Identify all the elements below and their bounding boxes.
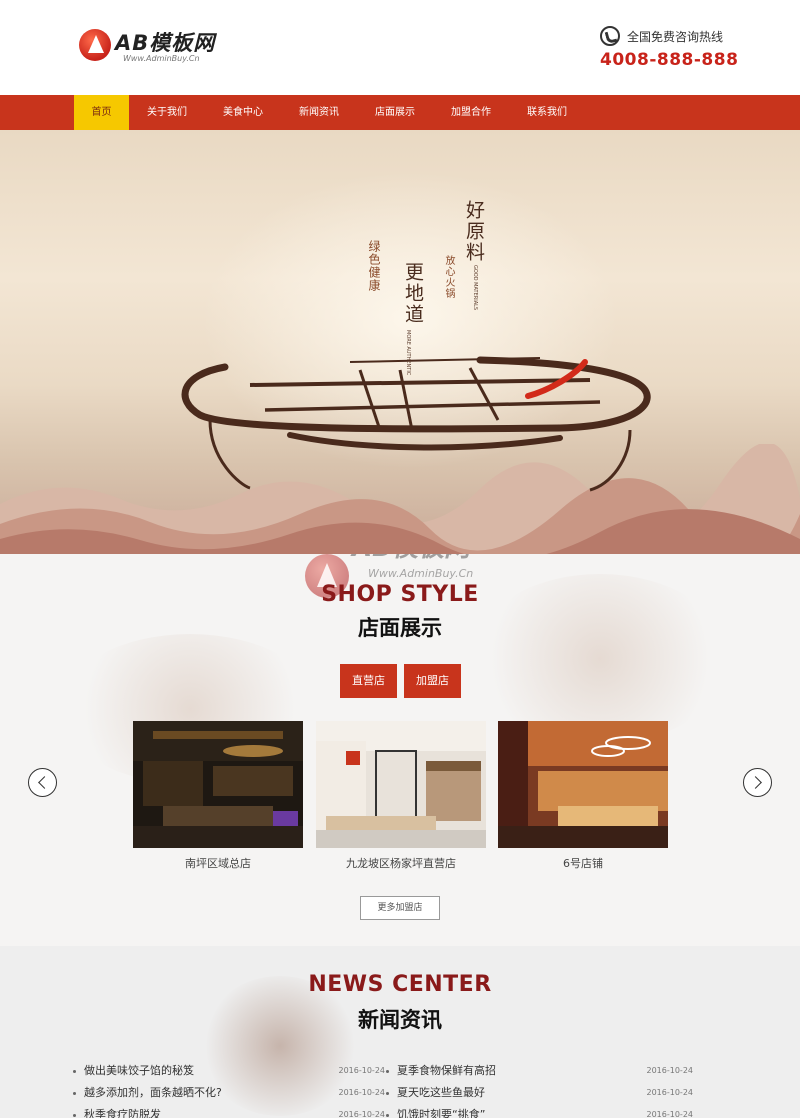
hotline-number: 4008-888-888 [600, 50, 739, 70]
news-item[interactable]: 夏天吃这些鱼最好 2016-10-24 [386, 1082, 693, 1104]
carousel-prev-button[interactable] [28, 768, 57, 797]
news-item-title[interactable]: 秋季食疗防脱发 [84, 1104, 161, 1118]
nav-item-home[interactable]: 首页 [74, 95, 129, 130]
nav-item-about[interactable]: 关于我们 [129, 95, 205, 130]
news-list-left: 做出美味饺子馅的秘笈 2016-10-24 越多添加剂，面条越晒不化? 2016-1… [73, 1060, 385, 1118]
news-item-date: 2016-10-24 [646, 1110, 694, 1118]
bullet-icon [73, 1092, 76, 1095]
banner-text-safe-hotpot: 放心火锅 [443, 255, 454, 299]
hotpot-brush-illustration [181, 356, 651, 492]
chevron-left-icon [38, 776, 51, 789]
banner-text-good-ingredients: 好原料 [463, 200, 485, 263]
hero-banner[interactable]: 好原料 更地道 绿色健康 放心火锅 GOOD MATERIALS MORE AU… [0, 130, 800, 554]
banner-text-authentic: 更地道 [402, 262, 424, 325]
store-caption[interactable]: 南坪区域总店 [133, 855, 303, 871]
news-item-date: 2016-10-24 [338, 1110, 386, 1118]
news-item-title[interactable]: 夏季食物保鲜有高招 [397, 1060, 496, 1082]
bullet-icon [73, 1070, 76, 1073]
bullet-icon [386, 1070, 389, 1073]
site-logo[interactable]: AB模板网 Www.AdminBuy.Cn [79, 27, 229, 67]
news-item-date: 2016-10-24 [338, 1066, 386, 1075]
tab-direct-stores[interactable]: 直营店 [340, 664, 397, 698]
banner-en-authentic: MORE AUTHENTIC [405, 330, 411, 376]
main-nav: 首页 关于我们 美食中心 新闻资讯 店面展示 加盟合作 联系我们 [0, 95, 800, 130]
news-list-right: 夏季食物保鲜有高招 2016-10-24 夏天吃这些鱼最好 2016-10-24 饥… [386, 1060, 693, 1118]
news-item-title[interactable]: 越多添加剂，面条越晒不化? [84, 1082, 222, 1104]
nav-item-contact[interactable]: 联系我们 [509, 95, 585, 130]
news-section: NEWS CENTER 新闻资讯 做出美味饺子馅的秘笈 2016-10-24 越多… [0, 946, 800, 1118]
news-item-date: 2016-10-24 [646, 1088, 694, 1097]
store-caption[interactable]: 九龙坡区杨家坪直营店 [316, 855, 486, 871]
news-item-date: 2016-10-24 [338, 1088, 386, 1097]
store-photo[interactable] [133, 721, 303, 848]
nav-item-franchise[interactable]: 加盟合作 [433, 95, 509, 130]
nav-item-food-center[interactable]: 美食中心 [205, 95, 281, 130]
store-photo[interactable] [498, 721, 668, 848]
banner-text-green-healthy: 绿色健康 [367, 240, 381, 292]
logo-subtext: Www.AdminBuy.Cn [123, 54, 200, 63]
watermark-subtext: Www.AdminBuy.Cn [368, 567, 474, 580]
shop-section: AB模板网 Www.AdminBuy.Cn SHOP STYLE 店面展示 直营… [0, 554, 800, 946]
news-title-cn: 新闻资讯 [358, 1008, 442, 1032]
news-title-en: NEWS CENTER [308, 972, 492, 997]
shop-title-cn: 店面展示 [358, 616, 442, 640]
news-item[interactable]: 饥饿时刻要“挑食” 2016-10-24 [386, 1104, 693, 1118]
bullet-icon [386, 1114, 389, 1117]
store-caption[interactable]: 6号店铺 [498, 855, 668, 871]
news-item[interactable]: 秋季食疗防脱发 2016-10-24 [73, 1104, 385, 1118]
store-card[interactable]: 南坪区域总店 [133, 721, 303, 871]
store-card[interactable]: 6号店铺 [498, 721, 668, 871]
nav-item-news[interactable]: 新闻资讯 [281, 95, 357, 130]
nav-item-stores[interactable]: 店面展示 [357, 95, 433, 130]
news-item[interactable]: 夏季食物保鲜有高招 2016-10-24 [386, 1060, 693, 1082]
chevron-right-icon [749, 776, 762, 789]
watermark-text: AB模板网 [352, 554, 470, 564]
news-item-date: 2016-10-24 [646, 1066, 694, 1075]
store-photo[interactable] [316, 721, 486, 848]
news-item[interactable]: 越多添加剂，面条越晒不化? 2016-10-24 [73, 1082, 385, 1104]
hotline-label: 全国免费咨询热线 [627, 30, 724, 44]
news-item[interactable]: 做出美味饺子馅的秘笈 2016-10-24 [73, 1060, 385, 1082]
phone-icon [600, 26, 620, 46]
news-item-title[interactable]: 饥饿时刻要“挑食” [397, 1104, 485, 1118]
site-header: AB模板网 Www.AdminBuy.Cn 全国免费咨询热线 4008-888-… [0, 0, 800, 95]
news-item-title[interactable]: 做出美味饺子馅的秘笈 [84, 1060, 194, 1082]
bullet-icon [386, 1092, 389, 1095]
news-item-title[interactable]: 夏天吃这些鱼最好 [397, 1082, 485, 1104]
more-franchise-button[interactable]: 更多加盟店 [360, 896, 440, 920]
logo-text: AB模板网 [115, 31, 216, 55]
banner-en-good-materials: GOOD MATERIALS [472, 265, 478, 311]
store-card[interactable]: 九龙坡区杨家坪直营店 [316, 721, 486, 871]
carousel-next-button[interactable] [743, 768, 772, 797]
tab-franchise-stores[interactable]: 加盟店 [404, 664, 461, 698]
shop-title-en: SHOP STYLE [321, 582, 479, 607]
bullet-icon [73, 1114, 76, 1117]
logo-icon [79, 29, 111, 61]
